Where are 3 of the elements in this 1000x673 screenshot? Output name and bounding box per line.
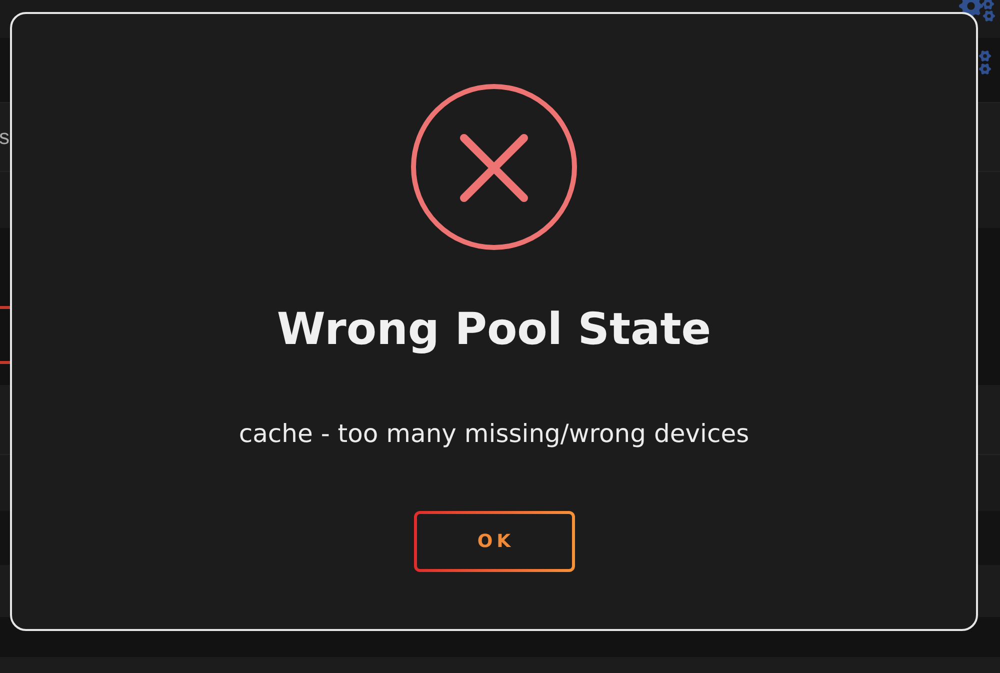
dialog-title: Wrong Pool State [276, 306, 712, 354]
cross-circle-icon [411, 84, 577, 250]
dialog-message: cache - too many missing/wrong devices [238, 418, 750, 450]
